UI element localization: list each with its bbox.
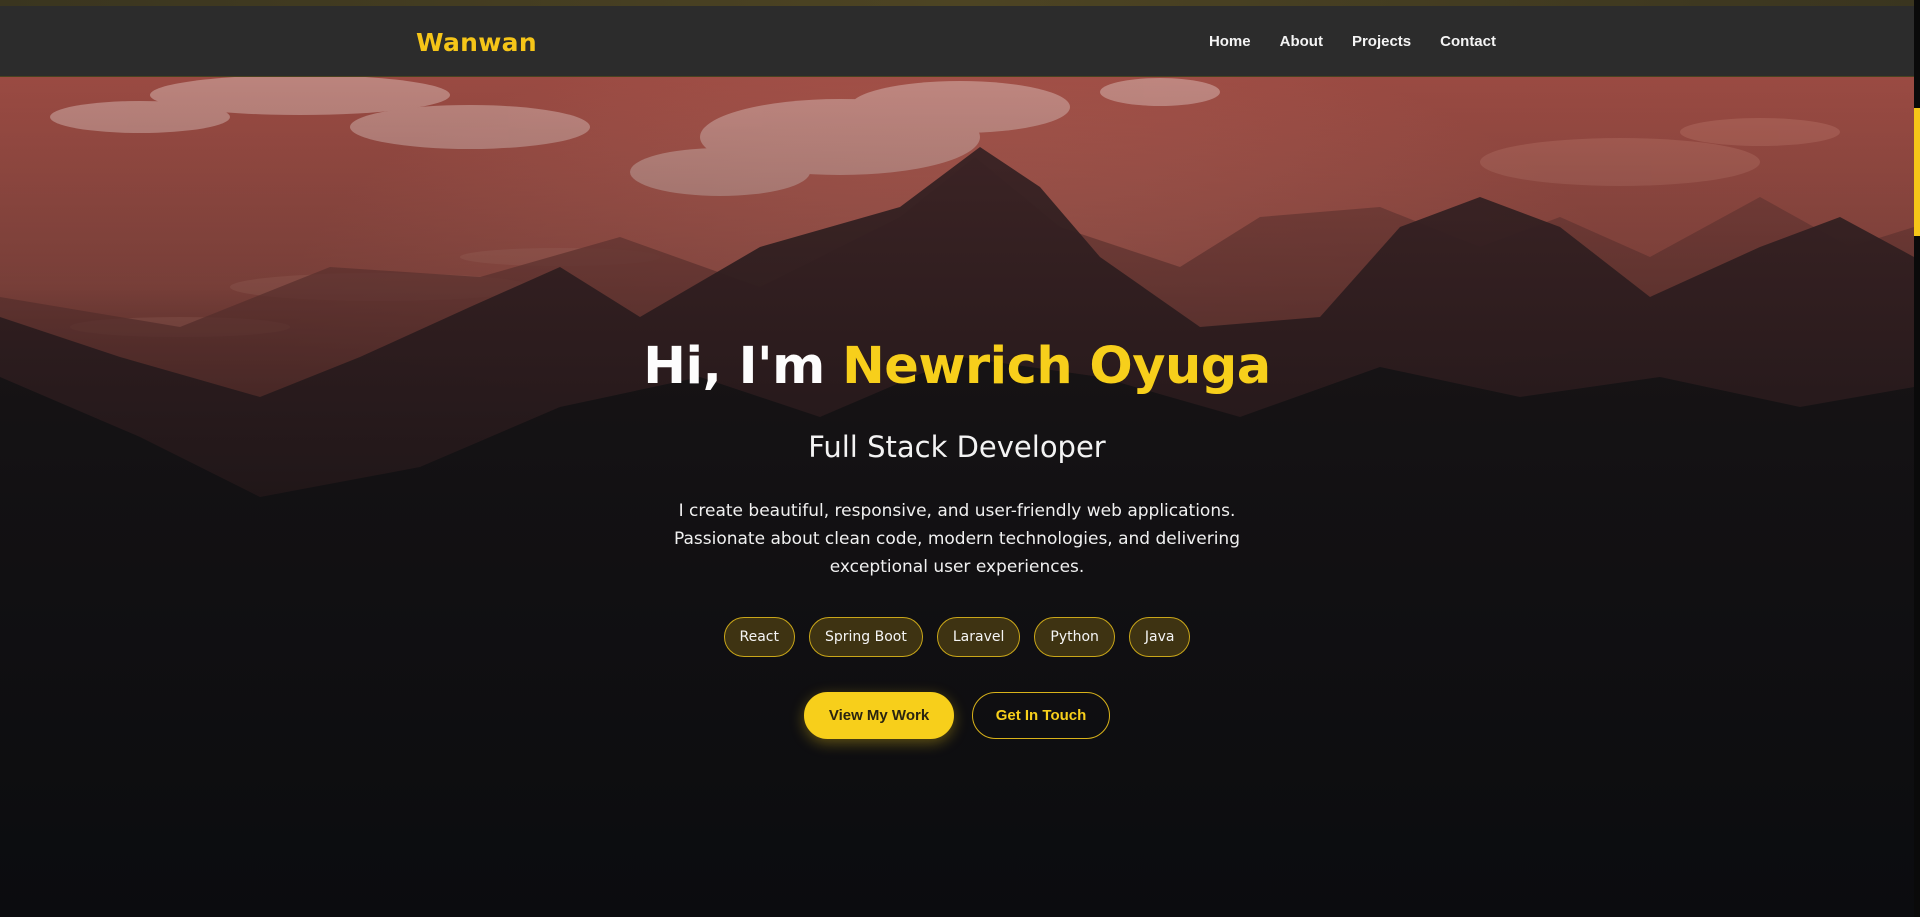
view-my-work-button[interactable]: View My Work xyxy=(804,692,954,739)
nav-link-about[interactable]: About xyxy=(1280,33,1323,50)
hero-title: Hi, I'm Newrich Oyuga xyxy=(0,337,1914,396)
hero-greeting: Hi, I'm xyxy=(643,337,843,396)
hero-buttons: View My Work Get In Touch xyxy=(0,692,1914,739)
nav-link-projects[interactable]: Projects xyxy=(1352,33,1411,50)
tech-tag-python: Python xyxy=(1034,617,1115,657)
brand-logo[interactable]: Wanwan xyxy=(416,28,537,57)
nav-link-home[interactable]: Home xyxy=(1209,33,1251,50)
tech-tags: React Spring Boot Laravel Python Java xyxy=(0,617,1914,657)
nav-link-contact[interactable]: Contact xyxy=(1440,33,1496,50)
get-in-touch-button[interactable]: Get In Touch xyxy=(972,692,1110,739)
hero-subtitle: Full Stack Developer xyxy=(808,430,1106,464)
navbar: Wanwan Home About Projects Contact xyxy=(0,6,1914,77)
hero-description: I create beautiful, responsive, and user… xyxy=(674,501,1240,577)
tech-tag-spring-boot: Spring Boot xyxy=(809,617,923,657)
top-accent-line xyxy=(0,0,1920,6)
nav-links: Home About Projects Contact xyxy=(1180,33,1496,50)
hero-section: Hi, I'm Newrich Oyuga Full Stack Develop… xyxy=(0,77,1914,917)
tech-tag-java: Java xyxy=(1128,617,1191,657)
hero-name: Newrich Oyuga xyxy=(842,337,1271,396)
tech-tag-react: React xyxy=(723,617,795,657)
scrollbar-thumb[interactable] xyxy=(1914,108,1920,236)
page-scrollbar[interactable] xyxy=(1914,0,1920,917)
tech-tag-laravel: Laravel xyxy=(936,617,1021,657)
